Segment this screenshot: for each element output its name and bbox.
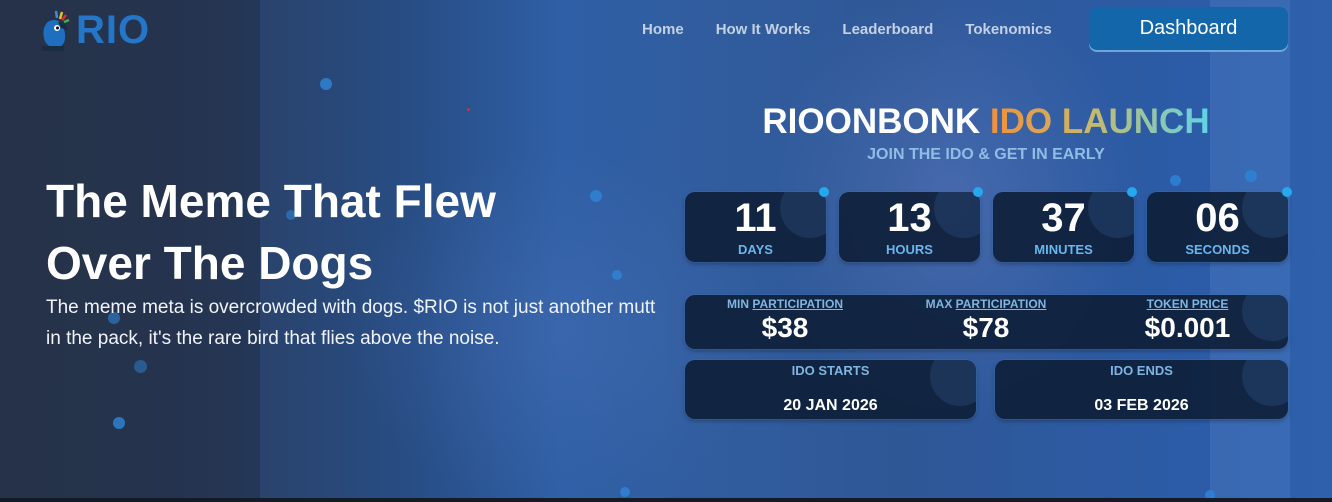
particle-dot <box>620 487 630 497</box>
dashboard-button[interactable]: Dashboard <box>1089 7 1288 50</box>
particle-dot <box>1245 170 1257 182</box>
countdown-corner-dot <box>973 187 983 197</box>
stat-min-participation: MIN PARTICIPATION $38 <box>715 295 855 344</box>
ido-ends-label: IDO ENDS <box>1110 363 1173 378</box>
ido-ends-date: 03 FEB 2026 <box>1094 397 1189 414</box>
countdown-corner-dot <box>1282 187 1292 197</box>
countdown-label: MINUTES <box>1034 242 1093 257</box>
countdown-value: 37 <box>1041 196 1086 240</box>
hero-description: The meme meta is overcrowded with dogs. … <box>46 297 656 349</box>
stat-value: $78 <box>962 312 1010 343</box>
hero-title-line1: The Meme That Flew <box>46 175 496 227</box>
stat-label: TOKEN PRICE <box>1146 297 1229 311</box>
hero-title-line2: Over The Dogs <box>46 237 374 289</box>
brand-name: RIO <box>76 8 151 52</box>
countdown-minutes: 37 MINUTES <box>993 192 1134 262</box>
nav-how-it-works[interactable]: How It Works <box>716 20 811 40</box>
countdown-corner-dot <box>1127 187 1137 197</box>
ido-title: RIOONBONK IDO LAUNCH <box>686 102 1286 142</box>
bottom-border <box>0 498 1332 502</box>
countdown-label: HOURS <box>886 242 933 257</box>
stat-label: MAX PARTICIPATION <box>925 297 1047 311</box>
stat-value: $38 <box>761 312 809 343</box>
ido-starts-label: IDO STARTS <box>791 363 870 378</box>
ido-subtitle: JOIN THE IDO & GET IN EARLY <box>867 146 1105 163</box>
hero-title: The Meme That Flew Over The Dogs <box>46 170 646 294</box>
particle-dot <box>1170 175 1181 186</box>
main-nav: Home How It Works Leaderboard Tokenomics <box>642 20 1084 40</box>
countdown-hours: 13 HOURS <box>839 192 980 262</box>
nav-home[interactable]: Home <box>642 20 684 40</box>
ido-ends-card: IDO ENDS 03 FEB 2026 <box>995 360 1288 419</box>
particle-dot <box>134 360 147 373</box>
countdown-label: DAYS <box>738 242 773 257</box>
countdown-seconds: 06 SECONDS <box>1147 192 1288 262</box>
particle-dot <box>320 78 332 90</box>
ido-starts-card: IDO STARTS 20 JAN 2026 <box>685 360 976 419</box>
countdown-corner-dot <box>819 187 829 197</box>
nav-leaderboard[interactable]: Leaderboard <box>842 20 933 40</box>
ido-title-name: RIOONBONK <box>762 102 981 141</box>
countdown-label: SECONDS <box>1185 242 1250 257</box>
stat-max-participation: MAX PARTICIPATION $78 <box>916 295 1056 344</box>
stat-value: $0.001 <box>1144 312 1231 343</box>
stat-token-price: TOKEN PRICE $0.001 <box>1125 295 1250 344</box>
stat-label: MIN PARTICIPATION <box>726 297 843 311</box>
countdown-value: 13 <box>887 196 932 240</box>
ido-starts-date: 20 JAN 2026 <box>783 397 878 414</box>
countdown-days: 11 DAYS <box>685 192 826 262</box>
countdown-value: 06 <box>1195 196 1240 240</box>
nav-tokenomics[interactable]: Tokenomics <box>965 20 1051 40</box>
countdown-value: 11 <box>734 196 777 240</box>
participation-stats: MIN PARTICIPATION $38 MAX PARTICIPATION … <box>685 295 1288 349</box>
parrot-logo-icon <box>42 10 70 51</box>
brand-logo[interactable]: RIO <box>38 6 150 54</box>
ido-title-launch: IDO LAUNCH <box>989 102 1210 141</box>
particle-dot <box>113 417 125 429</box>
particle-dot <box>467 108 470 111</box>
